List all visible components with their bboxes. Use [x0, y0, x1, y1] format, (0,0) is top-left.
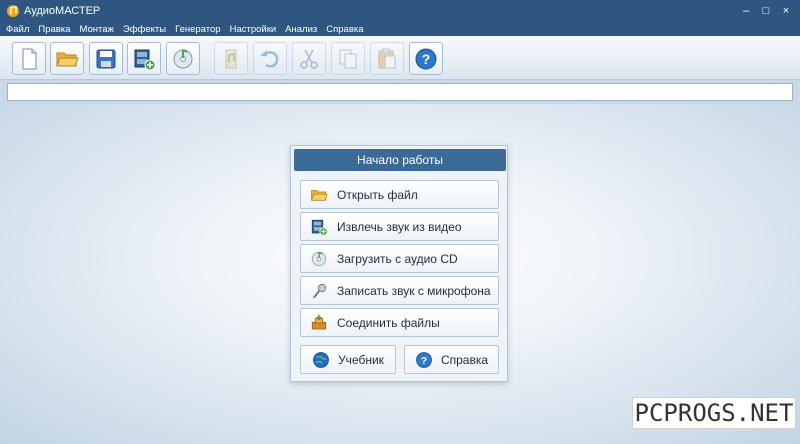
- title-bar: АудиоМАСТЕР – □ ×: [0, 0, 800, 22]
- watermark: PCPROGS.NET: [632, 397, 796, 429]
- menu-file[interactable]: Файл: [6, 24, 29, 35]
- open-file-label: Открыть файл: [337, 187, 418, 202]
- video-extract-icon: [134, 49, 156, 70]
- extract-video-audio-label: Извлечь звук из видео: [337, 219, 462, 234]
- join-files-icon: [309, 313, 329, 333]
- join-files-label: Соединить файлы: [337, 315, 440, 330]
- audio-cd-icon: [173, 48, 193, 68]
- window-title: АудиоМАСТЕР: [24, 5, 101, 17]
- audio-properties-button[interactable]: [214, 42, 248, 75]
- microphone-icon: [309, 281, 329, 301]
- audio-cd-icon: [309, 249, 329, 269]
- menu-analysis[interactable]: Анализ: [285, 24, 317, 35]
- extract-video-audio-button[interactable]: [127, 42, 161, 75]
- load-cd-label: Загрузить с аудио CD: [337, 251, 458, 266]
- main-toolbar: ?: [0, 36, 800, 80]
- cut-icon: [300, 49, 318, 69]
- cut-button[interactable]: [292, 42, 326, 75]
- undo-button[interactable]: [253, 42, 287, 75]
- minimize-button[interactable]: –: [738, 3, 754, 19]
- record-microphone-action[interactable]: Записать звук с микрофона: [300, 276, 499, 305]
- start-panel-header: Начало работы: [294, 149, 506, 171]
- join-files-action[interactable]: Соединить файлы: [300, 308, 499, 337]
- open-file-button[interactable]: [50, 42, 84, 75]
- open-folder-icon: [309, 185, 329, 205]
- open-file-action[interactable]: Открыть файл: [300, 180, 499, 209]
- record-microphone-label: Записать звук с микрофона: [337, 283, 491, 298]
- menu-edit[interactable]: Правка: [38, 24, 70, 35]
- window-controls: – □ ×: [738, 3, 794, 19]
- svg-text:?: ?: [422, 51, 431, 67]
- paste-button[interactable]: [370, 42, 404, 75]
- menu-effects[interactable]: Эффекты: [123, 24, 166, 35]
- menu-bar: Файл Правка Монтаж Эффекты Генератор Нас…: [0, 22, 800, 36]
- maximize-button[interactable]: □: [758, 3, 774, 19]
- paste-icon: [378, 48, 396, 68]
- undo-icon: [260, 49, 279, 68]
- new-file-button[interactable]: [12, 42, 46, 75]
- start-panel: Начало работы Открыть файл Извлечь звук …: [290, 145, 508, 382]
- new-file-icon: [22, 48, 37, 69]
- close-button[interactable]: ×: [778, 3, 794, 19]
- video-extract-icon: [309, 217, 329, 237]
- help-icon: ?: [415, 48, 437, 69]
- help-action-label: Справка: [440, 352, 489, 367]
- help-icon: ?: [416, 351, 432, 368]
- audio-properties-icon: [225, 49, 237, 68]
- svg-text:?: ?: [421, 354, 427, 366]
- load-cd-button[interactable]: [166, 42, 200, 75]
- app-logo-icon: [7, 5, 19, 17]
- tutorial-button[interactable]: Учебник: [300, 345, 396, 374]
- save-button[interactable]: [89, 42, 123, 75]
- menu-help[interactable]: Справка: [326, 24, 363, 35]
- extract-video-audio-action[interactable]: Извлечь звук из видео: [300, 212, 499, 241]
- menu-montage[interactable]: Монтаж: [79, 24, 113, 35]
- copy-icon: [339, 49, 357, 68]
- load-cd-action[interactable]: Загрузить с аудио CD: [300, 244, 499, 273]
- menu-generator[interactable]: Генератор: [175, 24, 221, 35]
- timeline-strip[interactable]: [7, 83, 793, 101]
- save-icon: [96, 49, 116, 68]
- globe-icon: [313, 351, 329, 368]
- menu-settings[interactable]: Настройки: [230, 24, 277, 35]
- help-action-button[interactable]: ? Справка: [404, 345, 499, 374]
- open-folder-icon: [56, 52, 79, 66]
- copy-button[interactable]: [331, 42, 365, 75]
- help-button[interactable]: ?: [409, 42, 443, 75]
- tutorial-label: Учебник: [338, 352, 384, 367]
